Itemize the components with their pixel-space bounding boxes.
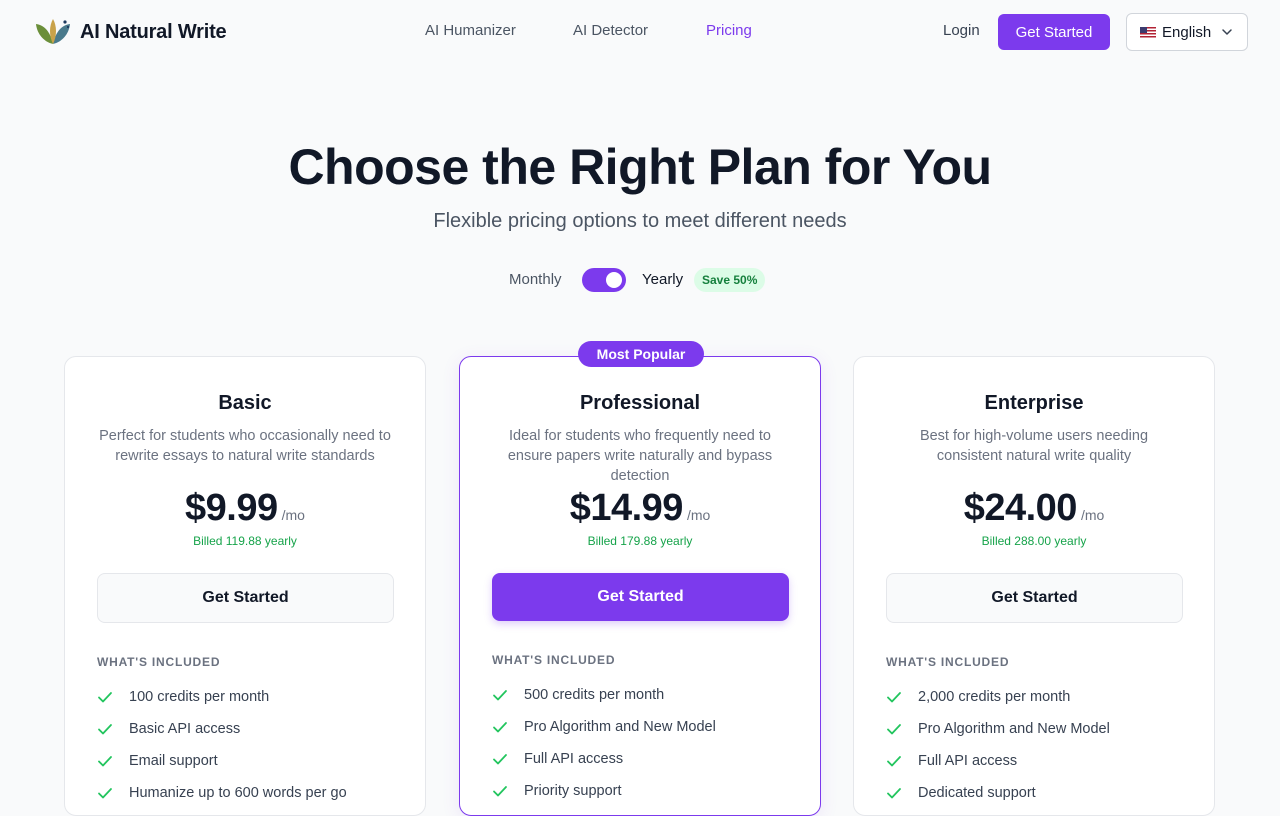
price-period: /mo (686, 507, 711, 523)
check-icon (98, 788, 112, 799)
plan-description: Perfect for students who occasionally ne… (99, 428, 391, 464)
feature-list: 100 credits per month Basic API access E… (97, 681, 405, 809)
plan-name: Basic (218, 392, 272, 414)
billing-switch[interactable] (582, 268, 626, 292)
feature-text: Pro Algorithm and New Model (918, 721, 1110, 737)
check-icon (493, 754, 507, 765)
plan-description: Ideal for students who frequently need t… (507, 428, 773, 484)
enterprise-get-started-button[interactable]: Get Started (886, 573, 1183, 623)
price-period: /mo (281, 507, 305, 523)
price-row: $9.99 /mo (65, 487, 425, 530)
check-icon (493, 690, 507, 701)
feature-item: Priority support (492, 775, 800, 807)
feature-item: 2,000 credits per month (886, 681, 1194, 713)
feature-item: Dedicated support (886, 777, 1194, 809)
language-select[interactable]: English (1126, 13, 1248, 51)
plan-name: Professional (579, 392, 701, 414)
feature-list: 2,000 credits per month Pro Algorithm an… (886, 681, 1194, 809)
most-popular-badge: Most Popular (578, 341, 704, 367)
feature-text: 500 credits per month (524, 687, 665, 703)
plan-price: $9.99 (185, 487, 278, 529)
yearly-label[interactable]: Yearly (642, 271, 683, 288)
included-heading: WHAT'S INCLUDED (97, 655, 221, 669)
top-navbar: AI Natural Write AI Humanizer AI Detecto… (0, 0, 1280, 64)
page-subtitle: Flexible pricing options to meet differe… (433, 210, 847, 232)
plan-price: $14.99 (569, 487, 684, 529)
feature-item: Pro Algorithm and New Model (492, 711, 800, 743)
feature-text: Dedicated support (918, 785, 1036, 801)
price-period: /mo (1080, 507, 1105, 523)
feature-item: 100 credits per month (97, 681, 405, 713)
feature-item: Full API access (886, 745, 1194, 777)
feature-text: Full API access (918, 753, 1018, 769)
billed-note: Billed 288.00 yearly (981, 534, 1087, 548)
billing-toggle: Monthly Yearly Save 50% (0, 268, 1280, 292)
billed-note: Billed 119.88 yearly (193, 534, 297, 548)
price-row: $24.00 /mo (854, 487, 1214, 530)
check-icon (493, 786, 507, 797)
feature-item: Basic API access (97, 713, 405, 745)
switch-knob (606, 272, 622, 288)
check-icon (887, 724, 901, 735)
monthly-label[interactable]: Monthly (509, 271, 562, 288)
plan-card-professional: Most Popular Professional Ideal for stud… (459, 341, 821, 816)
included-heading: WHAT'S INCLUDED (886, 655, 1010, 669)
feature-text: Pro Algorithm and New Model (524, 719, 716, 735)
feature-list: 500 credits per month Pro Algorithm and … (492, 679, 800, 807)
check-icon (887, 788, 901, 799)
feature-item: Full API access (492, 743, 800, 775)
basic-get-started-button[interactable]: Get Started (97, 573, 394, 623)
save-badge: Save 50% (694, 268, 766, 292)
plan-description: Best for high-volume users needing consi… (919, 428, 1149, 464)
feature-text: 2,000 credits per month (918, 689, 1071, 705)
brand-name: AI Natural Write (80, 20, 227, 43)
check-icon (493, 722, 507, 733)
brand-logo[interactable]: AI Natural Write (34, 16, 227, 48)
language-label: English (1162, 23, 1212, 41)
nav-link-ai-detector[interactable]: AI Detector (573, 22, 648, 39)
feature-item: Pro Algorithm and New Model (886, 713, 1194, 745)
price-row: $14.99 /mo (460, 487, 820, 530)
feature-text: Basic API access (129, 721, 241, 737)
feature-text: Humanize up to 600 words per go (129, 785, 347, 801)
feature-text: Full API access (524, 751, 624, 767)
us-flag-icon (1140, 26, 1156, 38)
login-link[interactable]: Login (943, 22, 980, 39)
billed-note: Billed 179.88 yearly (587, 534, 693, 548)
feature-item: Email support (97, 745, 405, 777)
plan-card-basic: Basic Perfect for students who occasiona… (64, 356, 426, 816)
nav-link-pricing[interactable]: Pricing (706, 22, 752, 39)
feature-item: Humanize up to 600 words per go (97, 777, 405, 809)
leaf-logo-icon (36, 19, 70, 44)
plan-name: Enterprise (984, 392, 1084, 414)
check-icon (98, 724, 112, 735)
feature-item: 500 credits per month (492, 679, 800, 711)
get-started-button[interactable]: Get Started (998, 14, 1110, 50)
feature-text: Email support (129, 753, 218, 769)
professional-get-started-button[interactable]: Get Started (492, 573, 789, 621)
feature-text: Priority support (524, 783, 622, 799)
nav-link-ai-humanizer[interactable]: AI Humanizer (425, 22, 516, 39)
feature-text: 100 credits per month (129, 689, 270, 705)
check-icon (887, 756, 901, 767)
included-heading: WHAT'S INCLUDED (492, 653, 616, 667)
check-icon (98, 692, 112, 703)
page-title: Choose the Right Plan for You (288, 139, 992, 195)
plan-price: $24.00 (963, 487, 1078, 529)
chevron-down-icon (1222, 29, 1232, 35)
plan-card-enterprise: Enterprise Best for high-volume users ne… (853, 356, 1215, 816)
check-icon (887, 692, 901, 703)
check-icon (98, 756, 112, 767)
